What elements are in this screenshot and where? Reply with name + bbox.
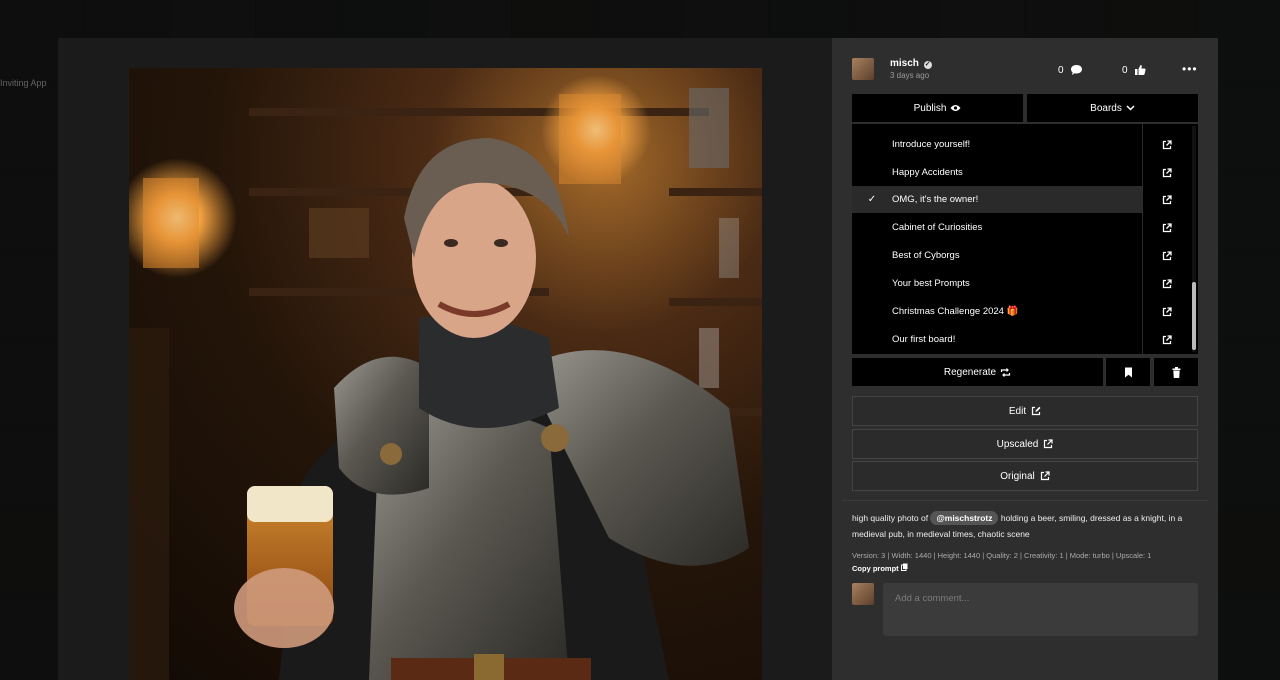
external-link-icon[interactable] xyxy=(1143,298,1191,325)
eye-icon xyxy=(950,105,961,111)
board-item[interactable]: Cabinet of Curiosities xyxy=(852,214,1142,241)
background-text: Inviting App xyxy=(0,78,47,88)
copy-prompt-label: Copy prompt xyxy=(852,564,899,573)
publish-label: Publish xyxy=(913,102,947,114)
prompt-text: high quality photo of @mischstrotz holdi… xyxy=(852,510,1198,542)
post-header: misch ✓ 3 days ago 0 0 ••• xyxy=(852,58,1198,82)
boards-scrollbar[interactable] xyxy=(1192,126,1196,352)
boards-dropdown: Introduce yourself! Happy Accidents ✓ OM… xyxy=(852,124,1198,354)
external-link-icon[interactable] xyxy=(1143,214,1191,241)
board-links-column xyxy=(1142,124,1190,354)
scrollbar-thumb[interactable] xyxy=(1192,282,1196,350)
external-link-icon[interactable] xyxy=(1143,326,1191,353)
username[interactable]: misch ✓ xyxy=(890,58,932,69)
boards-list: Introduce yourself! Happy Accidents ✓ OM… xyxy=(852,124,1142,354)
bookmark-icon xyxy=(1124,367,1132,377)
image-area xyxy=(58,38,832,680)
board-item-selected[interactable]: ✓ OMG, it's the owner! xyxy=(852,186,1142,213)
board-label: Our first board! xyxy=(892,334,956,345)
copy-icon xyxy=(900,563,908,571)
upscaled-label: Upscaled xyxy=(996,438,1039,450)
board-item[interactable]: Christmas Challenge 2024 🎁 xyxy=(852,298,1142,325)
external-link-icon[interactable] xyxy=(1143,242,1191,269)
trash-icon xyxy=(1172,366,1180,378)
edit-button[interactable]: Edit xyxy=(852,396,1198,426)
username-text[interactable]: misch xyxy=(890,58,919,69)
current-user-avatar xyxy=(852,583,874,605)
comment-count: 0 xyxy=(1058,64,1064,76)
like-count: 0 xyxy=(1122,64,1128,76)
post-time: 3 days ago xyxy=(890,71,930,80)
avatar[interactable] xyxy=(852,58,874,80)
comment-input[interactable] xyxy=(883,583,1198,636)
external-link-icon[interactable] xyxy=(1143,131,1191,158)
check-icon: ✓ xyxy=(867,194,877,205)
board-label: Your best Prompts xyxy=(892,278,970,289)
external-link-icon xyxy=(1044,439,1053,449)
comment-icon xyxy=(1070,65,1082,75)
likes-stat[interactable]: 0 xyxy=(1122,64,1146,76)
edit-icon xyxy=(1032,406,1041,416)
delete-button[interactable] xyxy=(1154,358,1198,386)
board-label: Cabinet of Curiosities xyxy=(892,222,983,233)
regenerate-label: Regenerate xyxy=(943,366,997,378)
prompt-before: high quality photo of xyxy=(852,513,929,523)
copy-prompt-button[interactable]: Copy prompt xyxy=(852,563,908,573)
external-link-icon[interactable] xyxy=(1143,186,1191,213)
thumbs-up-icon xyxy=(1134,65,1146,75)
chevron-down-icon xyxy=(1126,105,1135,111)
more-options-icon[interactable]: ••• xyxy=(1182,62,1198,76)
boards-dropdown-button[interactable]: Boards xyxy=(1027,94,1198,122)
user-mention[interactable]: @mischstrotz xyxy=(930,511,999,525)
board-label: OMG, it's the owner! xyxy=(892,194,979,205)
generated-image[interactable] xyxy=(129,68,762,680)
original-button[interactable]: Original xyxy=(852,461,1198,491)
board-item[interactable]: Happy Accidents xyxy=(852,159,1142,186)
divider xyxy=(842,500,1208,501)
board-item[interactable]: Your best Prompts xyxy=(852,270,1142,297)
comments-stat[interactable]: 0 xyxy=(1058,64,1083,76)
board-label: Introduce yourself! xyxy=(892,139,971,150)
verified-icon: ✓ xyxy=(923,61,932,69)
regenerate-button[interactable]: Regenerate xyxy=(852,358,1103,386)
board-label: Happy Accidents xyxy=(892,167,963,178)
detail-panel: misch ✓ 3 days ago 0 0 ••• Publish Board… xyxy=(832,38,1218,680)
publish-button[interactable]: Publish xyxy=(852,94,1023,122)
board-item[interactable]: Introduce yourself! xyxy=(852,131,1142,158)
image-detail-modal: misch ✓ 3 days ago 0 0 ••• Publish Board… xyxy=(58,38,1218,680)
boards-label: Boards xyxy=(1090,102,1122,114)
upscaled-button[interactable]: Upscaled xyxy=(852,429,1198,459)
external-link-icon xyxy=(1040,471,1050,481)
refresh-icon xyxy=(1001,367,1011,377)
external-link-icon[interactable] xyxy=(1143,159,1191,186)
board-label: Christmas Challenge 2024 🎁 xyxy=(892,306,1019,317)
board-item[interactable]: Best of Cyborgs xyxy=(852,242,1142,269)
edit-label: Edit xyxy=(1008,405,1027,417)
bookmark-button[interactable] xyxy=(1106,358,1150,386)
board-label: Best of Cyborgs xyxy=(892,250,960,261)
external-link-icon[interactable] xyxy=(1143,270,1191,297)
original-label: Original xyxy=(1000,470,1035,482)
board-item[interactable]: Our first board! xyxy=(852,326,1142,353)
generation-meta: Version: 3 | Width: 1440 | Height: 1440 … xyxy=(852,551,1152,560)
